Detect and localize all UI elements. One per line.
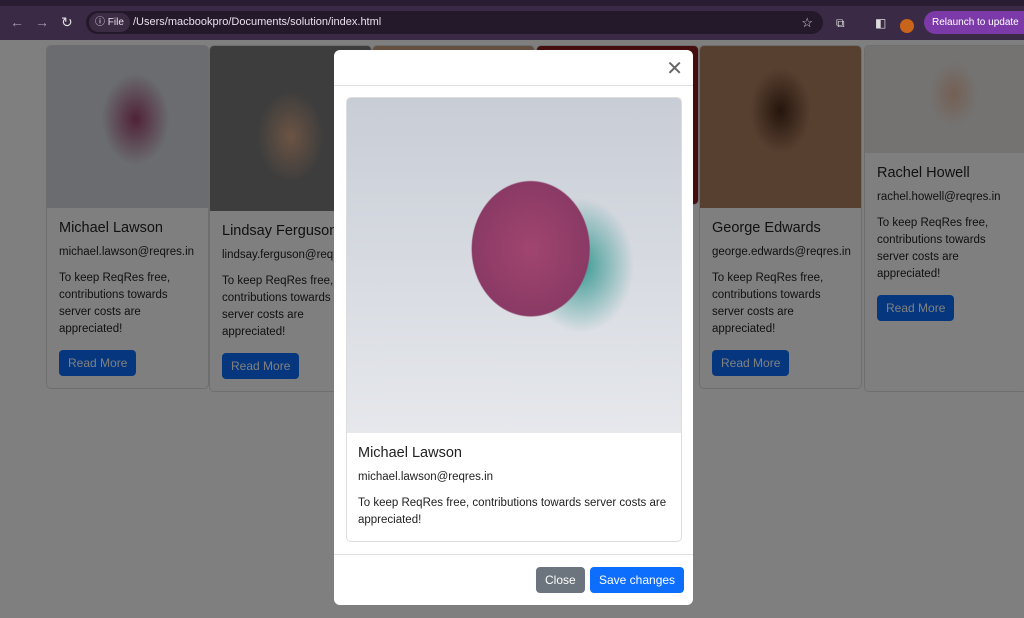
- modal-user-card: Michael Lawson michael.lawson@reqres.in …: [346, 97, 682, 542]
- chip-label: File: [107, 17, 124, 28]
- extensions-icon[interactable]: ⧉: [836, 16, 845, 31]
- back-icon[interactable]: ←: [10, 14, 24, 30]
- forward-icon[interactable]: →: [35, 14, 49, 30]
- bookmark-star-icon[interactable]: ☆: [801, 11, 813, 34]
- profile-avatar[interactable]: [900, 19, 914, 33]
- modal-user-text: To keep ReqRes free, contributions towar…: [358, 497, 667, 526]
- reload-icon[interactable]: ↻: [61, 14, 73, 31]
- browser-toolbar: ← → ↻ ⓘ File /Users/macbookpro/Documents…: [0, 0, 1024, 40]
- modal-header: ✕: [334, 50, 693, 86]
- user-modal: ✕ Michael Lawson michael.lawson@reqres.i…: [334, 50, 693, 605]
- url-text: /Users/macbookpro/Documents/solution/ind…: [133, 16, 382, 28]
- relaunch-button[interactable]: Relaunch to update: [924, 11, 1024, 34]
- close-icon[interactable]: ✕: [666, 56, 683, 81]
- modal-footer: Close Save changes: [334, 554, 693, 605]
- user-photo: [347, 98, 681, 433]
- address-bar[interactable]: ⓘ File /Users/macbookpro/Documents/solut…: [86, 11, 823, 34]
- side-panel-icon[interactable]: ◧: [875, 16, 886, 30]
- site-info-chip[interactable]: ⓘ File: [89, 13, 130, 32]
- modal-user-name: Michael Lawson: [358, 445, 462, 461]
- modal-user-email: michael.lawson@reqres.in: [358, 471, 494, 483]
- close-button[interactable]: Close: [536, 567, 585, 593]
- save-changes-button[interactable]: Save changes: [590, 567, 685, 593]
